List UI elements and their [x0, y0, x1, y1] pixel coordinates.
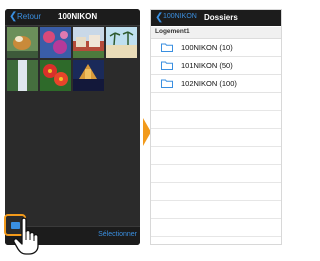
folder-icon — [161, 61, 173, 70]
empty-row — [151, 165, 281, 183]
empty-row — [151, 93, 281, 111]
slot-section-header: Logement1 — [151, 27, 281, 39]
back-button[interactable]: Retour — [17, 12, 41, 21]
folders-title: Dossiers — [204, 13, 238, 22]
gallery-title: 100NIKON — [58, 12, 98, 21]
tap-hand-icon — [13, 217, 39, 255]
folder-icon — [161, 43, 173, 52]
folder-label: 100NIKON (10) — [181, 43, 233, 52]
folder-row-102nikon[interactable]: 102NIKON (100) — [151, 75, 281, 93]
folders-screen: ❮ 100NIKON Dossiers Logement1 100NIKON (… — [150, 9, 282, 245]
thumbnail-5[interactable] — [7, 60, 38, 91]
folder-icon — [161, 79, 173, 88]
select-button[interactable]: Sélectionner — [98, 231, 137, 238]
empty-row — [151, 201, 281, 219]
gallery-nav-bar: ❮ Retour 100NIKON — [5, 9, 140, 26]
folders-nav-bar: ❮ 100NIKON Dossiers — [151, 10, 281, 26]
thumbnail-2[interactable] — [40, 27, 71, 58]
empty-row — [151, 111, 281, 129]
empty-row — [151, 183, 281, 201]
empty-row — [151, 147, 281, 165]
thumbnail-3[interactable] — [73, 27, 104, 58]
thumbnail-6[interactable] — [40, 60, 71, 91]
empty-row — [151, 219, 281, 237]
thumbnail-7[interactable] — [73, 60, 104, 91]
thumbnail-1[interactable] — [7, 27, 38, 58]
empty-row — [151, 129, 281, 147]
folder-row-101nikon[interactable]: 101NIKON (50) — [151, 57, 281, 75]
back-to-100nikon-button[interactable]: 100NIKON — [163, 13, 197, 20]
folder-label: 102NIKON (100) — [181, 79, 237, 88]
gallery-screen: ❮ Retour 100NIKON Sélectionner — [5, 9, 140, 245]
folder-row-100nikon[interactable]: 100NIKON (10) — [151, 39, 281, 57]
folder-label: 101NIKON (50) — [181, 61, 233, 70]
thumbnail-4[interactable] — [106, 27, 137, 58]
slot-label: Logement1 — [155, 28, 190, 35]
